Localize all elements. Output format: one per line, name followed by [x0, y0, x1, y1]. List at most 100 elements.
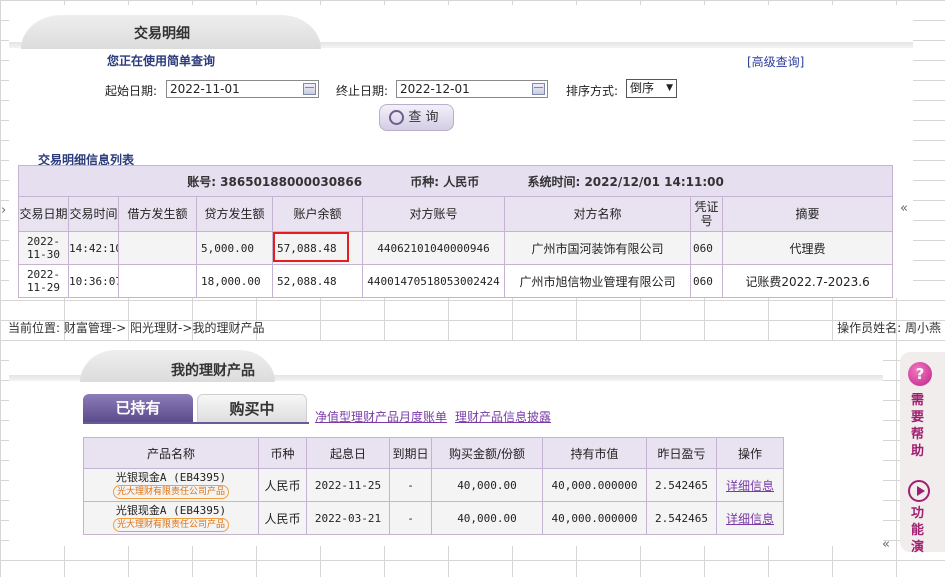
start-date-value: 2022-11-01: [170, 82, 240, 96]
cell-market-value: 40,000.000000: [542, 501, 647, 535]
cell-credit: 5,000.00: [196, 231, 273, 265]
table-header-row: 交易日期 交易时间 借方发生额 贷方发生额 账户余额 对方账号 对方名称 凭证号…: [18, 196, 894, 232]
table-header-row: 产品名称 币种 起息日 到期日 购买金额/份额 持有市值 昨日盈亏 操作: [83, 437, 784, 469]
col-header: 交易日期: [18, 196, 69, 232]
end-date-value: 2022-12-01: [400, 82, 470, 96]
chevron-right-icon[interactable]: ›: [1, 203, 6, 218]
cell-end-date: -: [389, 501, 432, 535]
tab-underline: [83, 422, 309, 424]
col-header: 贷方发生额: [196, 196, 273, 232]
end-date-label: 终止日期:: [336, 84, 389, 98]
double-chevron-left-icon[interactable]: «: [882, 537, 890, 552]
disclosure-link[interactable]: 理财产品信息披露: [455, 408, 551, 425]
calendar-icon[interactable]: [303, 83, 316, 95]
col-header: 昨日盈亏: [646, 437, 717, 469]
cell-debit: [118, 264, 197, 298]
cell-end-date: -: [389, 468, 432, 502]
cell-time: 10:36:07: [68, 264, 119, 298]
sort-select-value: 倒序: [630, 81, 655, 95]
issuer-badge: 光大理财有限责任公司产品: [112, 485, 229, 499]
cell-currency: 人民币: [258, 501, 307, 535]
cell-debit: [118, 231, 197, 265]
detail-link[interactable]: 详细信息: [726, 512, 774, 526]
cell-action: 详细信息: [716, 468, 784, 502]
product-name: 光银现金A (EB4395): [115, 504, 227, 517]
cell-time: 14:42:10: [68, 231, 119, 265]
start-date-label: 起始日期:: [105, 84, 158, 98]
query-button-label: 查 询: [408, 110, 439, 125]
chevron-down-icon: ▼: [666, 83, 673, 93]
col-header: 凭证号: [690, 196, 723, 232]
account-number: 账号: 38650188000030866: [187, 174, 363, 189]
detail-tab-title: 交易明细: [134, 26, 190, 42]
col-header: 摘要: [721, 196, 894, 232]
account-info-row: 账号: 38650188000030866 币种: 人民币 系统时间: 2022…: [17, 165, 894, 197]
end-date-input[interactable]: 2022-12-01: [396, 80, 548, 98]
product-tab-title: 我的理财产品: [171, 363, 255, 379]
breadcrumb: 当前位置: 财富管理-> 阳光理财->我的理财产品: [8, 321, 265, 335]
col-header: 借方发生额: [118, 196, 197, 232]
table-row: 2022-11-30 14:42:10 5,000.00 57,088.48 4…: [18, 231, 894, 265]
demo-text[interactable]: 功能演: [911, 505, 927, 556]
tab-buying[interactable]: 购买中: [197, 394, 307, 423]
cell-counter-name: 广州市国河装饰有限公司: [504, 231, 691, 265]
col-header: 账户余额: [272, 196, 363, 232]
cell-start-date: 2022-03-21: [306, 501, 390, 535]
cell-date: 2022-11-29: [18, 264, 69, 298]
cell-counter-name: 广州市旭信物业管理有限公司: [504, 264, 691, 298]
cell-action: 详细信息: [716, 501, 784, 535]
cell-voucher: 060: [690, 231, 723, 265]
product-name: 光银现金A (EB4395): [115, 471, 227, 484]
help-sidebar: ? 需要帮助 功能演: [900, 352, 945, 555]
col-header: 到期日: [389, 437, 432, 469]
double-chevron-left-icon[interactable]: «: [900, 201, 908, 216]
cell-counter-account: 44001470518053002424: [362, 264, 505, 298]
calendar-icon[interactable]: [532, 83, 545, 95]
tab-held[interactable]: 已持有: [83, 394, 193, 423]
cell-voucher: 060: [690, 264, 723, 298]
cell-summary: 代理费: [721, 231, 894, 265]
balance-highlight-box: [273, 232, 349, 262]
cell-credit: 18,000.00: [196, 264, 273, 298]
monthly-statement-link[interactable]: 净值型理财产品月度账单: [315, 408, 447, 425]
operator-name: 操作员姓名: 周小燕: [837, 321, 941, 335]
sort-select[interactable]: 倒序 ▼: [626, 79, 677, 98]
cell-currency: 人民币: [258, 468, 307, 502]
sort-label: 排序方式:: [566, 84, 619, 98]
help-text[interactable]: 需要帮助: [911, 392, 927, 460]
table-row: 光银现金A (EB4395) 光大理财有限责任公司产品 人民币 2022-03-…: [83, 501, 784, 535]
cell-summary: 记账费2022.7-2023.6: [721, 264, 894, 298]
col-header: 产品名称: [83, 437, 259, 469]
cell-pnl: 2.542465: [646, 501, 717, 535]
issuer-badge: 光大理财有限责任公司产品: [112, 518, 229, 532]
col-header: 对方账号: [362, 196, 505, 232]
cell-start-date: 2022-11-25: [306, 468, 390, 502]
play-icon[interactable]: [908, 480, 930, 502]
start-date-input[interactable]: 2022-11-01: [166, 80, 319, 98]
question-icon[interactable]: ?: [908, 362, 932, 386]
cell-product-name: 光银现金A (EB4395) 光大理财有限责任公司产品: [83, 468, 259, 502]
system-time: 系统时间: 2022/12/01 14:11:00: [527, 174, 724, 189]
advanced-query-link[interactable]: [高级查询]: [747, 53, 804, 70]
cell-balance: 52,088.48: [272, 264, 363, 298]
cell-date: 2022-11-30: [18, 231, 69, 265]
cell-amount: 40,000.00: [431, 468, 543, 502]
table-row: 2022-11-29 10:36:07 18,000.00 52,088.48 …: [18, 264, 894, 298]
cell-counter-account: 44062101040000946: [362, 231, 505, 265]
transaction-detail-panel: 交易明细 您正在使用简单查询 [高级查询] 起始日期: 2022-11-01 终…: [9, 5, 913, 298]
simple-query-label: 您正在使用简单查询: [107, 54, 216, 68]
cell-pnl: 2.542465: [646, 468, 717, 502]
col-header: 币种: [258, 437, 307, 469]
product-table: 产品名称 币种 起息日 到期日 购买金额/份额 持有市值 昨日盈亏 操作 光银现…: [83, 437, 784, 535]
table-row: 光银现金A (EB4395) 光大理财有限责任公司产品 人民币 2022-11-…: [83, 468, 784, 502]
col-header: 购买金额/份额: [431, 437, 543, 469]
col-header: 操作: [716, 437, 784, 469]
cell-product-name: 光银现金A (EB4395) 光大理财有限责任公司产品: [83, 501, 259, 535]
query-button[interactable]: 查 询: [379, 104, 454, 131]
product-panel: 我的理财产品 已持有 购买中 净值型理财产品月度账单 理财产品信息披露 产品名称…: [9, 341, 883, 546]
col-header: 持有市值: [542, 437, 647, 469]
col-header: 起息日: [306, 437, 390, 469]
detail-link[interactable]: 详细信息: [726, 479, 774, 493]
transaction-table: 账号: 38650188000030866 币种: 人民币 系统时间: 2022…: [17, 165, 894, 298]
cell-market-value: 40,000.000000: [542, 468, 647, 502]
